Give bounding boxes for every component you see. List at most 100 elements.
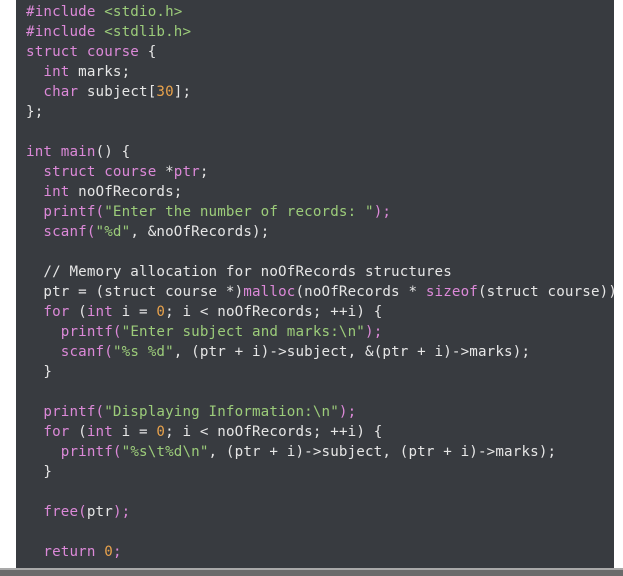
code-token: printf( <box>60 324 122 340</box>
code-token: ptr <box>86 504 113 520</box>
code-token: 0 <box>104 544 113 560</box>
code-token: free( <box>43 504 87 520</box>
code-token: for <box>43 304 70 320</box>
code-line: int noOfRecords; <box>26 182 182 202</box>
code-token: ( <box>69 424 87 440</box>
code-token: #include <box>26 4 105 20</box>
code-token: ; i < noOfRecords; ++i) { <box>165 424 383 440</box>
code-token: ptr = (struct course *) <box>26 284 244 300</box>
code-token: for <box>43 424 70 440</box>
code-token: int <box>43 184 70 200</box>
code-token: printf( <box>60 444 122 460</box>
code-token: ptr <box>173 164 200 180</box>
code-token: char <box>43 84 79 100</box>
code-token: ( <box>69 304 87 320</box>
code-token: ; <box>112 544 122 560</box>
code-line: int marks; <box>26 62 130 82</box>
code-token: ]; <box>173 84 192 100</box>
code-token: 30 <box>156 84 174 100</box>
code-token: return <box>43 544 96 560</box>
code-token: "%s %d" <box>112 344 174 360</box>
horizontal-scrollbar[interactable] <box>0 568 623 576</box>
code-token: #include <box>26 24 105 40</box>
page-margin <box>614 0 623 568</box>
code-line: scanf("%d", &noOfRecords); <box>26 222 269 242</box>
code-token: printf( <box>43 404 105 420</box>
code-line: scanf("%s %d", (ptr + i)->subject, &(ptr… <box>26 342 530 362</box>
code-line: printf("Enter the number of records: "); <box>26 202 391 222</box>
code-token: ); <box>338 404 357 420</box>
code-line: struct course { <box>26 42 156 62</box>
code-token: // Memory allocation for noOfRecords str… <box>26 264 452 280</box>
code-token: ); <box>112 504 131 520</box>
code-token: "%d" <box>95 224 131 240</box>
code-token: 0 <box>156 424 166 440</box>
code-line: } <box>26 362 52 382</box>
code-token: } <box>26 364 53 380</box>
code-token: scanf( <box>43 224 96 240</box>
code-line: int main() { <box>26 142 130 162</box>
code-line: return 0; <box>26 542 122 562</box>
code-token: <stdio.h> <box>104 4 183 20</box>
code-line: free(ptr); <box>26 502 130 522</box>
code-token: "Displaying Information:\n" <box>104 404 339 420</box>
code-line: } <box>26 462 52 482</box>
code-token: ); <box>365 324 383 340</box>
code-token: subject[ <box>78 84 157 100</box>
code-token: , (ptr + i)->subject, &(ptr + i)->marks)… <box>173 344 531 360</box>
code-token: * <box>156 164 174 180</box>
code-line: struct course *ptr; <box>26 162 209 182</box>
code-line: for (int i = 0; i < noOfRecords; ++i) { <box>26 302 382 322</box>
code-token: <stdlib.h> <box>104 24 192 40</box>
code-token: struct course <box>26 44 139 60</box>
code-token: , (ptr + i)->subject, (ptr + i)->marks); <box>208 444 557 460</box>
code-token: () { <box>95 144 131 160</box>
code-line: printf("%s\t%d\n", (ptr + i)->subject, (… <box>26 442 556 462</box>
code-token: (struct course)); <box>477 284 614 300</box>
code-line: char subject[30]; <box>26 82 191 102</box>
code-line: // Memory allocation for noOfRecords str… <box>26 262 452 282</box>
code-line: printf("Enter subject and marks:\n"); <box>26 322 382 342</box>
code-line: #include <stdio.h> <box>26 2 182 22</box>
code-token: }; <box>26 104 44 120</box>
code-editor[interactable]: #include <stdio.h> #include <stdlib.h> str… <box>16 0 614 568</box>
code-token: ; i < noOfRecords; ++i) { <box>165 304 383 320</box>
code-token: , &noOfRecords); <box>130 224 270 240</box>
code-token: i = <box>112 304 157 320</box>
code-token: int <box>43 64 70 80</box>
code-token: (noOfRecords * <box>295 284 426 300</box>
code-line: ptr = (struct course *)malloc(noOfRecord… <box>26 282 614 302</box>
code-token: int <box>86 424 113 440</box>
scrollbar-edge <box>0 568 623 570</box>
code-token: main <box>60 144 96 160</box>
code-token: } <box>26 464 53 480</box>
code-token: "Enter subject and marks:\n" <box>121 324 365 340</box>
code-token: struct course <box>43 164 157 180</box>
code-line: #include <stdlib.h> <box>26 22 191 42</box>
code-token: ); <box>373 204 392 220</box>
code-token: "%s\t%d\n" <box>121 444 209 460</box>
code-token: scanf( <box>60 344 113 360</box>
code-token: "Enter the number of records: " <box>104 204 374 220</box>
code-token: { <box>139 44 157 60</box>
code-token: sizeof <box>425 284 478 300</box>
code-line: printf("Displaying Information:\n"); <box>26 402 356 422</box>
code-token: i = <box>112 424 157 440</box>
code-line: }; <box>26 102 43 122</box>
code-line: for (int i = 0; i < noOfRecords; ++i) { <box>26 422 382 442</box>
code-token: ; <box>199 164 209 180</box>
